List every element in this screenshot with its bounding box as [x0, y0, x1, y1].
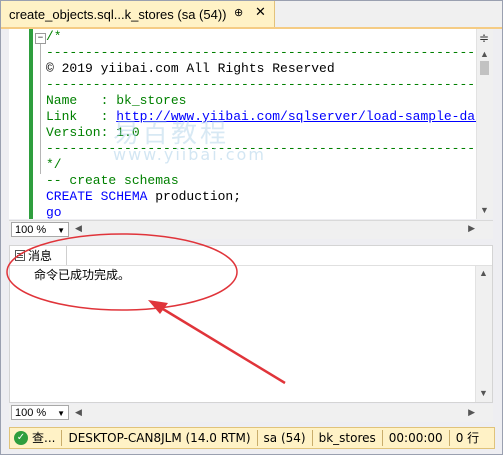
- editor-zoom-value: 100 %: [15, 224, 47, 236]
- editor-vertical-scrollbar[interactable]: ≑ ▲ ▼: [476, 29, 493, 219]
- collapse-toggle-icon[interactable]: −: [35, 33, 46, 44]
- code-token: Name : bk_stores: [46, 93, 187, 108]
- status-state: 查...: [32, 431, 56, 445]
- messages-tab[interactable]: 消息: [10, 246, 67, 265]
- messages-tab-label: 消息: [28, 249, 53, 263]
- chevron-down-icon: ▼: [57, 409, 65, 418]
- messages-icon: [15, 250, 25, 261]
- code-line[interactable]: Link : http://www.yiibai.com/sqlserver/l…: [46, 109, 493, 125]
- code-token: */: [46, 157, 62, 172]
- editor-horizontal-scrollbar[interactable]: ◀ ▶: [75, 223, 475, 236]
- status-server: DESKTOP-CAN8JLM (14.0 RTM): [61, 430, 256, 446]
- watermark-url: www.yiibai.com: [113, 145, 266, 164]
- code-line[interactable]: ----------------------------------------…: [46, 77, 493, 93]
- result-message: 命令已成功完成。: [34, 268, 131, 282]
- code-line[interactable]: © 2019 yiibai.com All Rights Reserved: [46, 61, 476, 77]
- results-footer: 100 % ▼ ◀ ▶: [9, 404, 493, 422]
- code-token: -- create schemas: [46, 173, 179, 188]
- status-elapsed: 00:00:00: [381, 430, 449, 446]
- scroll-up-icon[interactable]: ▲: [479, 268, 488, 278]
- scroll-down-icon[interactable]: ▼: [480, 205, 489, 215]
- outline-guide: [40, 44, 41, 174]
- status-user: sa (54): [256, 430, 312, 446]
- code-token: ;: [233, 189, 242, 204]
- results-vertical-scrollbar[interactable]: ▲ ▼: [475, 266, 492, 402]
- code-line[interactable]: CREATE SCHEMA production;: [46, 189, 476, 205]
- status-database: bk_stores: [311, 430, 382, 446]
- scroll-right-icon[interactable]: ▶: [468, 223, 475, 234]
- query-status-bar: ✓ 查... DESKTOP-CAN8JLM (14.0 RTM) sa (54…: [9, 427, 495, 449]
- results-horizontal-scrollbar[interactable]: ◀ ▶: [75, 407, 475, 420]
- chevron-down-icon: ▼: [57, 226, 65, 235]
- code-token: production: [147, 189, 234, 204]
- code-token: go: [46, 205, 62, 219]
- close-icon[interactable]: ✕: [255, 4, 266, 20]
- status-rows: 0 行: [448, 430, 485, 446]
- scroll-left-icon[interactable]: ◀: [75, 223, 82, 234]
- results-zoom-select[interactable]: 100 % ▼: [11, 405, 69, 420]
- code-line[interactable]: go: [46, 205, 476, 219]
- document-tab-bar: create_objects.sql...k_stores (sa (54)) …: [1, 1, 502, 29]
- document-tab-title[interactable]: create_objects.sql...k_stores (sa (54)): [1, 7, 226, 22]
- code-token: CREATE SCHEMA: [46, 189, 148, 204]
- code-token: Link :: [46, 109, 117, 124]
- code-line[interactable]: Version: 1.0: [46, 125, 476, 141]
- editor-footer: 100 % ▼ ◀ ▶: [9, 220, 493, 239]
- query-window: create_objects.sql...k_stores (sa (54)) …: [0, 0, 503, 455]
- scroll-right-icon[interactable]: ▶: [468, 407, 475, 418]
- scroll-up-icon[interactable]: ▲: [480, 49, 489, 59]
- results-zoom-value: 100 %: [15, 407, 47, 419]
- code-line[interactable]: Name : bk_stores: [46, 93, 476, 109]
- code-token: © 2019 yiibai.com All Rights Reserved: [46, 61, 335, 76]
- code-token: /*: [46, 29, 62, 44]
- sql-editor[interactable]: − /* ------------------------------------…: [9, 29, 493, 219]
- scroll-left-icon[interactable]: ◀: [75, 407, 82, 418]
- scroll-down-icon[interactable]: ▼: [479, 388, 488, 398]
- code-token: ----------------------------------------…: [46, 77, 493, 92]
- split-window-icon[interactable]: ≑: [479, 31, 489, 45]
- code-token: ----------------------------------------…: [46, 45, 493, 60]
- code-text[interactable]: /* --------------------------------------…: [46, 29, 493, 219]
- pin-icon[interactable]: ⊕: [234, 6, 243, 19]
- scroll-thumb[interactable]: [480, 61, 489, 75]
- code-line[interactable]: -- create schemas: [46, 173, 476, 189]
- document-tab[interactable]: create_objects.sql...k_stores (sa (54)) …: [1, 1, 275, 27]
- code-line[interactable]: /*: [46, 29, 476, 45]
- results-pane: 消息 命令已成功完成。 ▲ ▼: [9, 245, 493, 403]
- change-tracking-bar: [29, 29, 33, 219]
- success-check-icon: ✓: [14, 431, 28, 445]
- code-line[interactable]: ----------------------------------------…: [46, 45, 493, 61]
- editor-zoom-select[interactable]: 100 % ▼: [11, 222, 69, 237]
